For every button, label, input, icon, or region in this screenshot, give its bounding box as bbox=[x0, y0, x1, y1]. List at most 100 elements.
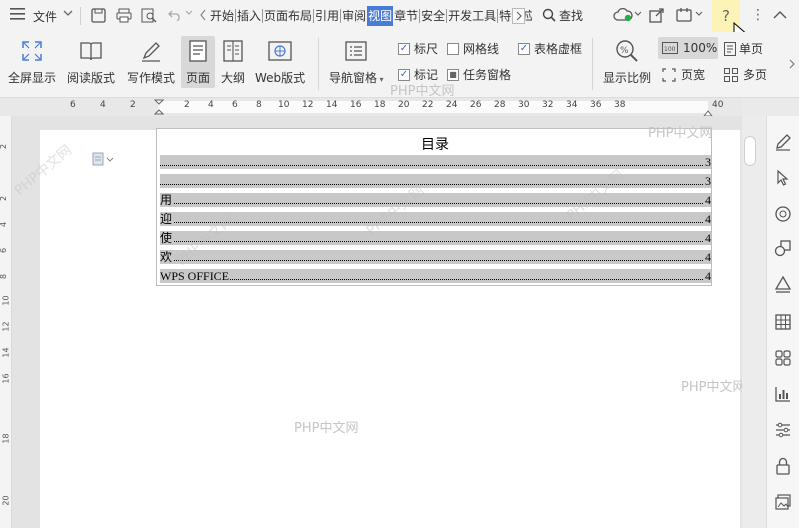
sliders-icon[interactable] bbox=[773, 420, 793, 440]
more-tabs-arrow-icon[interactable] bbox=[512, 8, 525, 24]
toc-page-number: 4 bbox=[705, 250, 711, 264]
fullscreen-icon bbox=[19, 38, 45, 64]
style-badge-icon[interactable] bbox=[773, 204, 793, 224]
table-gridlines-checkbox[interactable]: ✓ 表格虚框 bbox=[518, 40, 582, 57]
tab-view[interactable]: 视图 bbox=[367, 6, 394, 26]
select-cursor-icon[interactable] bbox=[773, 168, 793, 188]
gridlines-checkbox-label: 网格线 bbox=[463, 42, 500, 56]
reading-layout-button[interactable]: 阅读版式 bbox=[67, 38, 115, 86]
toc-page-number: 4 bbox=[705, 212, 711, 226]
ribbon-tab-strip: 开始 插入 页面布局 引用 审阅 视图 章节 安全 开发工具 特色应 bbox=[209, 6, 532, 26]
chevron-down-icon[interactable] bbox=[634, 11, 642, 17]
table-icon[interactable] bbox=[773, 312, 793, 332]
hamburger-menu-icon[interactable] bbox=[10, 7, 26, 21]
ruler-number: 30 bbox=[518, 100, 530, 110]
collapse-ribbon-icon[interactable] bbox=[773, 10, 787, 19]
ruler-number: 24 bbox=[446, 100, 458, 110]
ruler-number: 4 bbox=[0, 222, 8, 227]
zoom-button[interactable]: % 显示比例 bbox=[603, 38, 651, 86]
watermark: PHP中文网 bbox=[390, 84, 455, 99]
task-pane-checkbox-label: 任务窗格 bbox=[463, 68, 512, 82]
ruler-checkbox[interactable]: ✓ 标尺 bbox=[398, 40, 438, 57]
print-preview-icon[interactable] bbox=[141, 8, 157, 23]
chart-icon[interactable] bbox=[773, 384, 793, 404]
tab-security[interactable]: 安全 bbox=[420, 6, 446, 26]
paragraph-handle-icon[interactable] bbox=[92, 152, 116, 169]
shapes-icon[interactable] bbox=[773, 238, 793, 258]
chevron-down-icon[interactable] bbox=[695, 11, 703, 17]
zoom-100-button[interactable]: 100 100% bbox=[658, 37, 718, 59]
toc-entry-text: WPS OFFICE bbox=[160, 269, 231, 283]
ruler-number: 20 bbox=[398, 100, 410, 110]
web-layout-label: Web版式 bbox=[255, 71, 306, 85]
collaboration-icon[interactable] bbox=[676, 7, 694, 23]
file-menu-label[interactable]: 文件 bbox=[33, 8, 57, 25]
toc-entry[interactable]: 3 bbox=[160, 174, 711, 188]
save-icon[interactable] bbox=[91, 8, 106, 23]
toc-entry[interactable]: 迎4 bbox=[160, 212, 711, 226]
gridlines-checkbox[interactable]: 网格线 bbox=[447, 40, 499, 57]
tab-review[interactable]: 审阅 bbox=[341, 6, 367, 26]
search-icon[interactable] bbox=[542, 8, 556, 22]
edit-pen-icon[interactable] bbox=[773, 132, 793, 152]
watermark: PHP中文网 bbox=[294, 421, 359, 436]
ruler-number: 8 bbox=[0, 274, 8, 279]
fill-icon[interactable] bbox=[773, 274, 793, 294]
tab-home[interactable]: 开始 bbox=[209, 6, 235, 26]
horizontal-ruler[interactable]: 6 4 2 2 4 6 8 10 12 14 16 18 20 22 24 26… bbox=[0, 98, 742, 117]
writing-mode-label: 写作模式 bbox=[127, 71, 176, 85]
tab-page-layout[interactable]: 页面布局 bbox=[263, 6, 313, 26]
toc-entry[interactable]: 使4 bbox=[160, 231, 711, 245]
chevron-left-icon[interactable] bbox=[199, 8, 207, 22]
image-gallery-icon[interactable] bbox=[773, 492, 793, 512]
tab-developer[interactable]: 开发工具 bbox=[447, 6, 497, 26]
ribbon-scroll-right-icon[interactable] bbox=[789, 58, 795, 72]
print-icon[interactable] bbox=[116, 8, 132, 23]
toc-entry[interactable]: 3 bbox=[160, 155, 711, 169]
toc-page-number: 3 bbox=[705, 174, 711, 188]
fullscreen-button[interactable]: 全屏显示 bbox=[8, 38, 56, 86]
vertical-ruler[interactable]: 2 2 4 6 8 10 12 14 16 18 20 bbox=[0, 116, 12, 528]
page-width-button[interactable]: 页宽 bbox=[662, 66, 705, 83]
ruler-number: 38 bbox=[614, 100, 626, 110]
checkbox-checked-icon: ✓ bbox=[398, 68, 410, 81]
web-layout-button[interactable]: Web版式 bbox=[255, 38, 305, 86]
table-of-contents[interactable]: 目录 3 3 用4 迎4 使4 欢4 WPS OFFICE 4 bbox=[156, 128, 712, 286]
share-icon[interactable] bbox=[649, 7, 665, 23]
multi-page-button[interactable]: 多页 bbox=[724, 66, 767, 83]
search-label[interactable]: 查找 bbox=[559, 7, 583, 24]
cloud-sync-icon[interactable] bbox=[613, 7, 633, 23]
fullscreen-label: 全屏显示 bbox=[8, 71, 57, 85]
toc-entry[interactable]: 用4 bbox=[160, 193, 711, 207]
ruler-number: 22 bbox=[422, 100, 434, 110]
chevron-down-icon[interactable] bbox=[63, 9, 73, 17]
vertical-scrollbar[interactable] bbox=[742, 116, 766, 528]
toc-entry-text: 迎 bbox=[160, 212, 174, 226]
ruler-number: 28 bbox=[494, 100, 506, 110]
toc-page-number: 4 bbox=[705, 193, 711, 207]
toc-entry[interactable]: WPS OFFICE 4 bbox=[160, 269, 711, 283]
single-page-button[interactable]: 单页 bbox=[724, 40, 763, 57]
ruler-number: 16 bbox=[1, 373, 11, 384]
task-pane-checkbox[interactable]: ■ 任务窗格 bbox=[447, 66, 511, 83]
scrollbar-thumb[interactable] bbox=[744, 136, 756, 166]
tab-sections[interactable]: 章节 bbox=[393, 6, 419, 26]
lock-icon[interactable] bbox=[773, 456, 793, 476]
writing-mode-button[interactable]: 写作模式 bbox=[127, 38, 175, 86]
svg-text:%: % bbox=[620, 46, 629, 56]
page-view-button[interactable]: 页面 bbox=[181, 36, 215, 88]
chevron-down-icon[interactable] bbox=[185, 10, 193, 16]
ruler-checkbox-label: 标尺 bbox=[414, 42, 439, 56]
grid-apps-icon[interactable] bbox=[773, 348, 793, 368]
undo-icon[interactable] bbox=[168, 9, 182, 21]
pen-icon bbox=[138, 38, 164, 64]
toc-leader-dots bbox=[160, 165, 703, 166]
ruler-number: 40 bbox=[712, 100, 724, 110]
tab-references[interactable]: 引用 bbox=[314, 6, 340, 26]
ruler-number: 14 bbox=[1, 347, 11, 358]
navigation-pane-button[interactable]: 导航窗格 ▾ bbox=[329, 38, 384, 86]
toc-entry[interactable]: 欢4 bbox=[160, 250, 711, 264]
more-options-button[interactable]: ⋮ bbox=[751, 7, 765, 23]
tab-insert[interactable]: 插入 bbox=[236, 6, 262, 26]
outline-view-button[interactable]: 大纲 bbox=[220, 38, 246, 86]
